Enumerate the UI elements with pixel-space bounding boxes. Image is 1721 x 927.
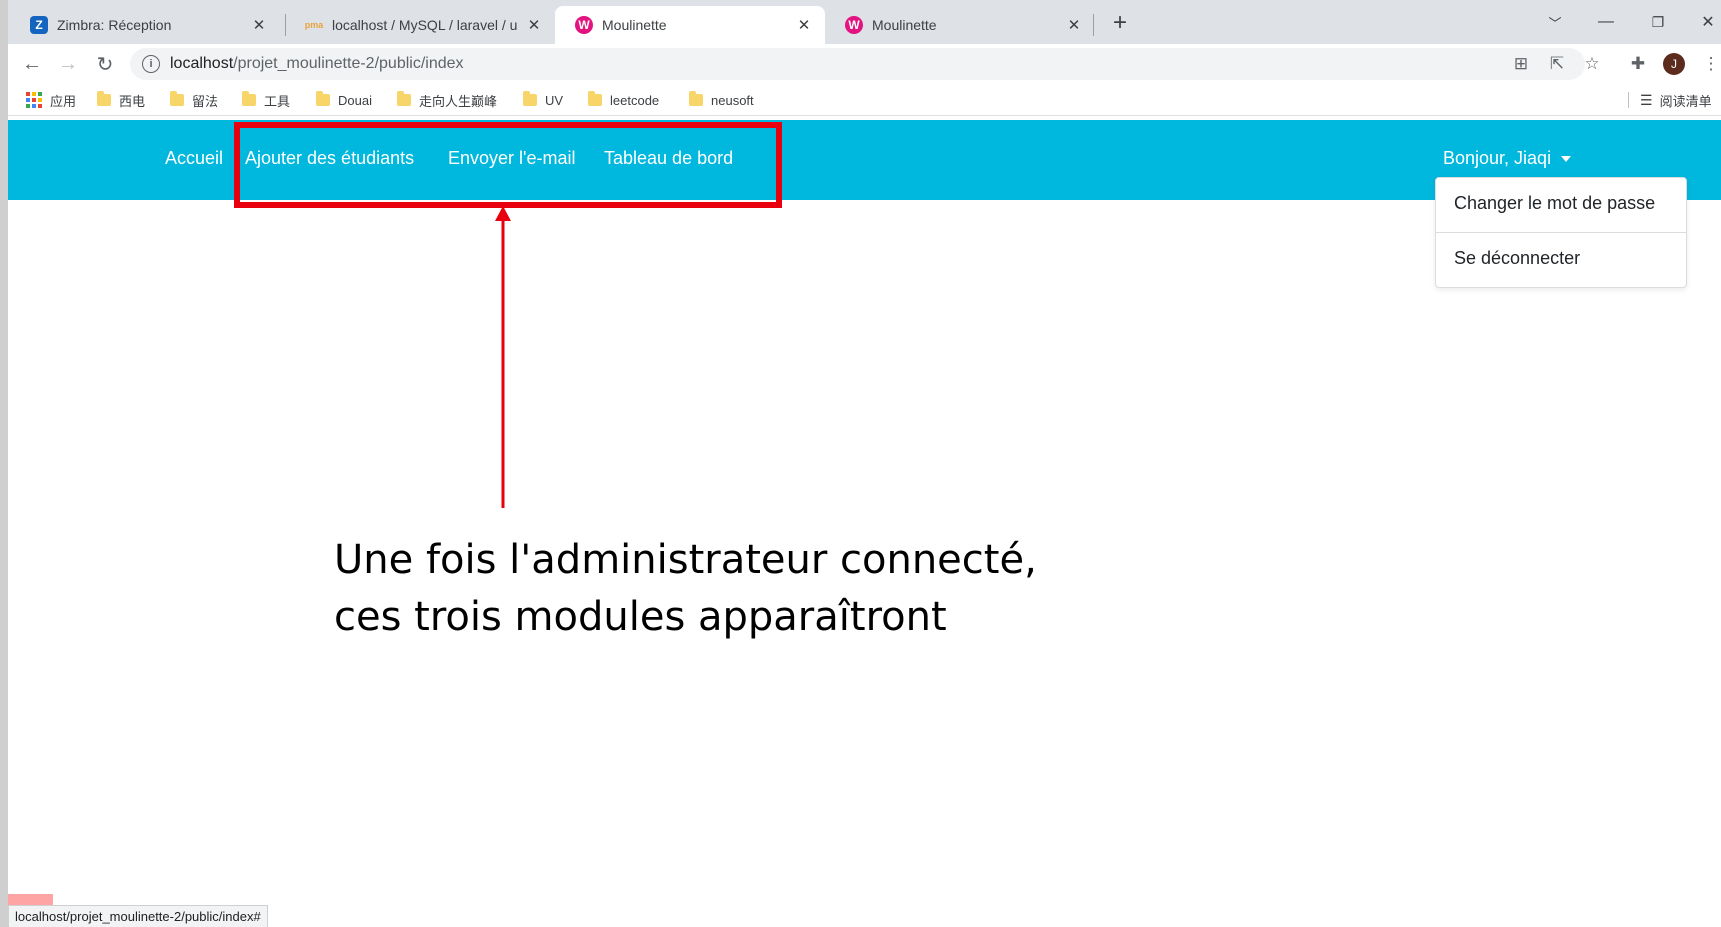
tab-strip: Z Zimbra: Réception ✕ pma localhost / My… xyxy=(0,0,1721,44)
extensions-puzzle-icon[interactable]: ✚ xyxy=(1626,52,1650,76)
url-path: /projet_moulinette-2/public/index xyxy=(233,55,464,72)
tab-title: Moulinette xyxy=(602,17,667,33)
tab-search-icon[interactable]: ﹀ xyxy=(1537,8,1573,36)
browser-window: Z Zimbra: Réception ✕ pma localhost / My… xyxy=(0,0,1721,927)
translate-icon[interactable]: ⊞ xyxy=(1509,52,1533,76)
bookmarks-divider xyxy=(1628,92,1629,108)
bookmark-folder[interactable]: 工具 xyxy=(242,90,290,110)
bookmark-label: neusoft xyxy=(711,92,754,108)
folder-icon xyxy=(242,91,256,106)
bookmark-folder[interactable]: 西电 xyxy=(97,90,145,110)
close-tab-icon[interactable]: ✕ xyxy=(1063,14,1085,36)
tab-zimbra[interactable]: Z Zimbra: Réception ✕ xyxy=(10,6,280,44)
bookmark-label: Douai xyxy=(338,92,372,108)
browser-toolbar: ← → ↻ i localhost/projet_moulinette-2/pu… xyxy=(0,44,1721,84)
bookmark-label: 走向人生巅峰 xyxy=(419,93,498,109)
bookmark-folder[interactable]: leetcode xyxy=(588,90,659,110)
site-info-icon[interactable]: i xyxy=(142,55,160,73)
bookmark-label: 留法 xyxy=(192,93,219,109)
close-tab-icon[interactable]: ✕ xyxy=(793,14,815,36)
bookmark-folder[interactable]: neusoft xyxy=(689,90,754,110)
folder-icon xyxy=(588,91,602,106)
share-icon[interactable]: ⇱ xyxy=(1545,52,1569,76)
apps-grid-icon xyxy=(26,92,42,108)
window-left-edge xyxy=(0,0,8,927)
annotation-line-1: Une fois l'administrateur connecté, xyxy=(334,537,1037,583)
bookmark-label: 应用 xyxy=(50,93,77,109)
bookmark-star-icon[interactable]: ☆ xyxy=(1580,52,1604,76)
bookmark-folder[interactable]: Douai xyxy=(316,90,372,110)
moulinette-favicon-icon: W xyxy=(845,16,863,34)
bookmark-apps[interactable]: 应用 xyxy=(26,90,76,110)
browser-menu-icon[interactable]: ⋮ xyxy=(1699,52,1721,76)
reading-list-button[interactable]: ☰ 阅读清单 xyxy=(1640,90,1712,110)
tab-phpmyadmin[interactable]: pma localhost / MySQL / laravel / u ✕ xyxy=(285,6,555,44)
bookmark-folder[interactable]: 留法 xyxy=(170,90,218,110)
reading-list-label: 阅读清单 xyxy=(1659,93,1712,109)
close-tab-icon[interactable]: ✕ xyxy=(248,14,270,36)
reading-list-icon: ☰ xyxy=(1640,91,1653,108)
forward-arrow-icon[interactable]: → xyxy=(54,50,82,78)
annotation-line-2: ces trois modules apparaîtront xyxy=(334,594,947,640)
address-bar[interactable]: i localhost/projet_moulinette-2/public/i… xyxy=(130,48,1585,80)
status-bar-url: localhost/projet_moulinette-2/public/ind… xyxy=(8,905,268,927)
folder-icon xyxy=(689,91,703,106)
folder-icon xyxy=(170,91,184,106)
new-tab-button[interactable]: + xyxy=(1106,9,1134,37)
bookmark-folder[interactable]: 走向人生巅峰 xyxy=(397,90,497,110)
annotation-text: Une fois l'administrateur connecté, ces … xyxy=(334,532,1037,646)
moulinette-favicon-icon: W xyxy=(575,16,593,34)
folder-icon xyxy=(316,91,330,106)
folder-icon xyxy=(523,91,537,106)
phpmyadmin-favicon-icon: pma xyxy=(304,20,324,30)
bookmark-label: 西电 xyxy=(119,93,146,109)
annotation-arrow xyxy=(495,206,511,508)
tab-title: Zimbra: Réception xyxy=(57,17,172,33)
back-arrow-icon[interactable]: ← xyxy=(18,50,46,78)
minimize-icon[interactable]: — xyxy=(1588,8,1624,36)
restore-icon[interactable]: ❐ xyxy=(1640,8,1676,36)
arrow-head xyxy=(495,206,511,221)
bookmarks-bar: 应用 西电 留法 工具 Douai 走向人生巅峰 UV leetcode neu… xyxy=(0,84,1721,116)
bookmark-folder[interactable]: UV xyxy=(523,90,563,110)
page-badge-fragment xyxy=(8,894,53,905)
bookmark-label: UV xyxy=(545,92,564,108)
folder-icon xyxy=(97,91,111,106)
close-window-icon[interactable]: ✕ xyxy=(1690,8,1721,36)
web-page: Accueil Ajouter des étudiants Envoyer l'… xyxy=(8,120,1721,927)
tab-moulinette-active[interactable]: W Moulinette ✕ xyxy=(555,6,825,44)
bookmark-label: 工具 xyxy=(264,93,291,109)
reload-icon[interactable]: ↻ xyxy=(91,50,119,78)
folder-icon xyxy=(397,91,411,106)
zimbra-favicon-icon: Z xyxy=(30,16,48,34)
profile-avatar[interactable]: J xyxy=(1663,53,1685,75)
bookmark-label: leetcode xyxy=(610,92,660,108)
tab-title: localhost / MySQL / laravel / u xyxy=(332,17,518,33)
close-tab-icon[interactable]: ✕ xyxy=(523,14,545,36)
tab-divider xyxy=(1093,14,1094,36)
tab-title: Moulinette xyxy=(872,17,937,33)
tab-moulinette[interactable]: W Moulinette ✕ xyxy=(825,6,1095,44)
url-host: localhost xyxy=(170,55,234,72)
